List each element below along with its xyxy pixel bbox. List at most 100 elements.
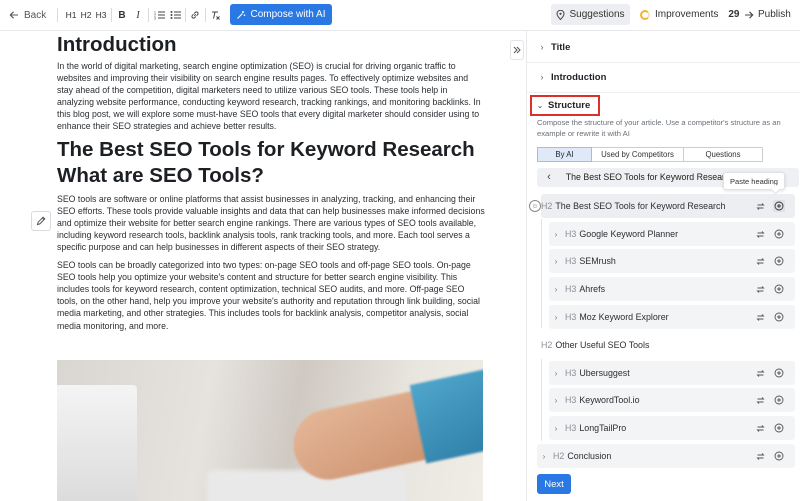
- chevron-right-icon: ›: [540, 42, 544, 52]
- next-button[interactable]: Next: [537, 474, 571, 494]
- bold-button[interactable]: B: [115, 7, 129, 23]
- carousel-prev-button[interactable]: ‹: [541, 169, 557, 185]
- swap-button[interactable]: [754, 450, 766, 462]
- compose-with-ai-button[interactable]: Compose with AI: [230, 4, 332, 25]
- add-heading-button[interactable]: [773, 394, 785, 406]
- paste-heading-button[interactable]: [773, 200, 785, 212]
- suggestions-button[interactable]: Suggestions: [551, 4, 630, 25]
- plus-circle-icon: [774, 451, 784, 461]
- add-heading-button[interactable]: [773, 255, 785, 267]
- plus-circle-icon: [774, 423, 784, 433]
- plus-circle-icon: [774, 229, 784, 239]
- paste-heading-tooltip: Paste heading: [723, 172, 785, 190]
- chevron-right-icon: ›: [542, 451, 546, 461]
- toolbar-divider: [205, 8, 206, 22]
- swap-button[interactable]: [754, 200, 766, 212]
- outline-level: H2: [553, 451, 565, 461]
- article-editor[interactable]: Introduction In the world of digital mar…: [0, 31, 503, 501]
- heading3-button[interactable]: H3: [94, 7, 108, 23]
- back-label: Back: [24, 9, 47, 21]
- add-heading-button[interactable]: [773, 228, 785, 240]
- swap-icon: [755, 313, 765, 322]
- chevron-right-icon: ›: [554, 368, 558, 378]
- plus-circle-icon: [774, 201, 784, 211]
- back-arrow-icon: [9, 10, 19, 20]
- collapse-panel-button[interactable]: [510, 40, 524, 60]
- outline-text: Moz Keyword Explorer: [579, 312, 669, 322]
- chevron-right-icon: ›: [554, 284, 558, 294]
- swap-button[interactable]: [754, 422, 766, 434]
- heading-what-are-seo-tools[interactable]: What are SEO Tools?: [57, 163, 485, 189]
- add-heading-button[interactable]: [773, 367, 785, 379]
- tab-by-ai[interactable]: By AI: [537, 147, 592, 162]
- compose-label: Compose with AI: [250, 9, 326, 20]
- add-heading-button[interactable]: [773, 283, 785, 295]
- heading2-button[interactable]: H2: [79, 7, 93, 23]
- paragraph-what-2[interactable]: SEO tools can be broadly categorized int…: [57, 259, 485, 332]
- outline-text: Ahrefs: [579, 284, 606, 294]
- chevron-right-icon: ›: [554, 229, 558, 239]
- swap-icon: [755, 230, 765, 239]
- clear-format-button[interactable]: [208, 7, 222, 23]
- outline-item-h2[interactable]: H2 Other Useful SEO Tools: [541, 333, 795, 357]
- tab-questions[interactable]: Questions: [684, 147, 763, 162]
- outline-text: Other Useful SEO Tools: [555, 340, 650, 350]
- chevron-right-icon: ›: [540, 72, 544, 82]
- outline-text: KeywordTool.io: [579, 395, 640, 405]
- outline-level: H2: [541, 201, 553, 211]
- swap-button[interactable]: [754, 367, 766, 379]
- improvements-label: Improvements: [655, 9, 719, 20]
- pin-icon: [556, 9, 565, 20]
- toolbar-divider: [148, 8, 149, 22]
- italic-button[interactable]: I: [131, 7, 145, 23]
- suggestions-panel: › Title › Introduction ⌄ Structure Compo…: [526, 31, 800, 501]
- paragraph-what-1[interactable]: SEO tools are software or online platfor…: [57, 193, 485, 253]
- toolbar-divider: [185, 8, 186, 22]
- svg-text:3: 3: [154, 17, 156, 21]
- smile-icon[interactable]: ☺: [529, 200, 541, 212]
- outline-text: SEMrush: [579, 256, 616, 266]
- bullet-list-button[interactable]: [168, 7, 182, 23]
- publish-button[interactable]: Publish: [744, 4, 791, 25]
- plus-circle-icon: [774, 256, 784, 266]
- swap-icon: [755, 396, 765, 405]
- heading-introduction[interactable]: Introduction: [57, 32, 485, 57]
- list-bullet-icon: [170, 10, 181, 20]
- section-introduction[interactable]: › Introduction: [527, 68, 800, 86]
- tab-used-by-competitors[interactable]: Used by Competitors: [592, 147, 684, 162]
- outline-level: H3: [565, 423, 577, 433]
- swap-button[interactable]: [754, 394, 766, 406]
- swap-button[interactable]: [754, 228, 766, 240]
- heading-best-seo-tools[interactable]: The Best SEO Tools for Keyword Research: [57, 137, 485, 163]
- edit-block-button[interactable]: [31, 211, 51, 231]
- add-heading-button[interactable]: [773, 311, 785, 323]
- back-button[interactable]: Back: [9, 7, 46, 23]
- collapse-icon: [513, 46, 521, 54]
- article-image: [57, 360, 483, 501]
- outline-text: The Best SEO Tools for Keyword Research: [555, 201, 726, 211]
- swap-button[interactable]: [754, 255, 766, 267]
- link-button[interactable]: [188, 7, 202, 23]
- add-heading-button[interactable]: [773, 450, 785, 462]
- improvements-count: 29: [728, 9, 740, 20]
- heading1-button[interactable]: H1: [64, 7, 78, 23]
- add-heading-button[interactable]: [773, 422, 785, 434]
- chevron-right-icon: ›: [554, 423, 558, 433]
- chevron-right-icon: ›: [554, 312, 558, 322]
- improvements-button[interactable]: Improvements 29: [640, 4, 739, 25]
- section-structure[interactable]: ⌄ Structure: [530, 95, 600, 116]
- editor-content[interactable]: Introduction In the world of digital mar…: [57, 31, 485, 501]
- paragraph-introduction[interactable]: In the world of digital marketing, searc…: [57, 60, 485, 133]
- swap-button[interactable]: [754, 311, 766, 323]
- improvements-progress-icon: [640, 9, 650, 20]
- section-title[interactable]: › Title: [527, 38, 800, 56]
- outline-text: Conclusion: [567, 451, 612, 461]
- swap-button[interactable]: [754, 283, 766, 295]
- toolbar-divider: [57, 8, 58, 22]
- section-title-label: Title: [551, 41, 571, 53]
- ordered-list-button[interactable]: 123: [152, 7, 166, 23]
- swap-icon: [755, 285, 765, 294]
- plus-circle-icon: [774, 284, 784, 294]
- outline-level: H2: [541, 340, 553, 350]
- outline-level: H3: [565, 229, 577, 239]
